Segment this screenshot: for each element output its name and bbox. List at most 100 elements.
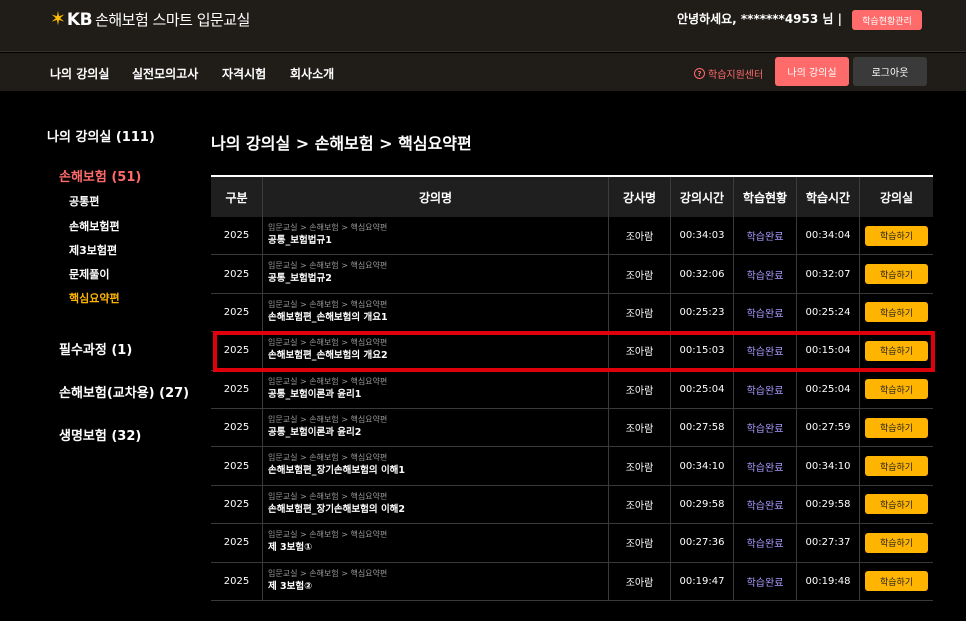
lecture-path: 입문교실 > 손해보험 > 핵심요약편 bbox=[268, 223, 388, 232]
lecture-name[interactable]: 손해보험편_손해보험의 개요2 bbox=[268, 349, 388, 363]
row-year: 2025 bbox=[211, 370, 263, 408]
sidebar-category-non-life[interactable]: 손해보험 (51) bbox=[59, 166, 141, 185]
table-body: 2025 입문교실 > 손해보험 > 핵심요약편 공통_보험법규1 조아람 00:34:… bbox=[211, 217, 933, 601]
row-duration: 00:32:06 bbox=[671, 255, 734, 293]
row-lecture[interactable]: 입문교실 > 손해보험 > 핵심요약편공통_보험이론과 윤리1 bbox=[263, 370, 609, 408]
lecture-path: 입문교실 > 손해보험 > 핵심요약편 bbox=[268, 453, 388, 463]
page-title: 나의 강의실 > 손해보험 > 핵심요약편 bbox=[211, 134, 472, 153]
row-duration: 00:25:23 bbox=[671, 293, 734, 332]
sidebar-item-problems[interactable]: 문제풀이 bbox=[69, 266, 109, 282]
row-duration: 00:25:04 bbox=[671, 370, 734, 408]
logo-site-name: 손해보험 스마트 입문교실 bbox=[95, 11, 250, 29]
study-button[interactable]: 학습하기 bbox=[865, 571, 928, 592]
row-year: 2025 bbox=[211, 408, 263, 447]
study-button[interactable]: 학습하기 bbox=[865, 225, 928, 246]
row-duration: 00:15:03 bbox=[671, 332, 734, 370]
row-status: 학습완료 bbox=[734, 332, 797, 370]
row-teacher: 조아람 bbox=[609, 408, 671, 447]
study-button[interactable]: 학습하기 bbox=[865, 494, 928, 515]
row-action: 학습하기 bbox=[860, 486, 933, 523]
nav-company[interactable]: 회사소개 bbox=[290, 65, 334, 82]
study-button[interactable]: 학습하기 bbox=[865, 456, 928, 477]
row-study-time: 00:25:24 bbox=[797, 293, 860, 332]
row-year: 2025 bbox=[211, 524, 263, 562]
row-lecture[interactable]: 입문교실 > 손해보험 > 핵심요약편 손해보험편_장기손해보험의 이해1 bbox=[263, 447, 609, 485]
lecture-path: 입문교실 > 손해보험 > 핵심요약편 bbox=[268, 338, 388, 348]
lecture-path: 입문교실 > 손해보험 > 핵심요약편 bbox=[268, 376, 388, 386]
study-button[interactable]: 학습하기 bbox=[865, 340, 928, 361]
kb-logo[interactable]: ✶ KB 손해보험 스마트 입문교실 bbox=[50, 9, 250, 30]
header-classroom: 강의실 bbox=[879, 190, 914, 205]
row-lecture[interactable]: 입문교실 > 손해보험 > 핵심요약편 손해보험편_손해보험의 개요1 bbox=[263, 293, 609, 332]
table-row: 2025 입문교실 > 손해보험 > 핵심요약편 제 3보험① 조아람 00:27:36… bbox=[211, 524, 933, 563]
row-duration: 00:34:03 bbox=[671, 217, 734, 255]
row-status: 학습완료 bbox=[734, 562, 797, 600]
row-lecture[interactable]: 입문교실 > 손해보험 > 핵심요약편손해보험편_장기손해보험의 이해2 bbox=[263, 485, 609, 524]
nav-certification[interactable]: 자격시험 bbox=[222, 65, 266, 82]
row-action: 학습하기 bbox=[860, 217, 933, 254]
row-lecture[interactable]: 입문교실 > 손해보험 > 핵심요약편 제 3보험① bbox=[263, 524, 609, 562]
row-action: 학습하기 bbox=[860, 447, 933, 484]
row-study-time: 00:34:04 bbox=[797, 217, 860, 255]
row-year: 2025 bbox=[211, 485, 263, 524]
lecture-name[interactable]: 제 3보험① bbox=[268, 541, 312, 555]
study-button[interactable]: 학습하기 bbox=[865, 302, 928, 323]
sidebar-item-third-insurance[interactable]: 제3보험편 bbox=[69, 242, 117, 258]
row-lecture[interactable]: 입문교실 > 손해보험 > 핵심요약편 손해보험편_손해보험의 개요2 bbox=[263, 332, 609, 370]
row-action: 학습하기 bbox=[860, 255, 933, 292]
row-status: 학습완료 bbox=[734, 293, 797, 332]
lecture-name[interactable]: 공통_보험법규2 bbox=[268, 272, 332, 286]
row-lecture[interactable]: 입문교실 > 손해보험 > 핵심요약편공통_보험법규1 bbox=[263, 217, 609, 255]
row-lecture[interactable]: 입문교실 > 손해보험 > 핵심요약편제 3보험② bbox=[263, 562, 609, 600]
lecture-path: 입문교실 > 손해보험 > 핵심요약편 bbox=[268, 568, 388, 578]
row-duration: 00:19:47 bbox=[671, 562, 734, 600]
lecture-name[interactable]: 손해보험편_장기손해보험의 이해1 bbox=[268, 464, 405, 478]
table-row: 2025 입문교실 > 손해보험 > 핵심요약편 손해보험편_손해보험의 개요2 조아… bbox=[211, 332, 933, 371]
sidebar-category-non-life-cross[interactable]: 손해보험(교차용) (27) bbox=[59, 382, 189, 401]
row-status: 학습완료 bbox=[734, 255, 797, 293]
row-status: 학습완료 bbox=[734, 485, 797, 524]
sidebar-item-non-life[interactable]: 손해보험편 bbox=[69, 218, 120, 234]
study-button[interactable]: 학습하기 bbox=[865, 532, 928, 553]
row-lecture[interactable]: 입문교실 > 손해보험 > 핵심요약편 공통_보험법규2 bbox=[263, 255, 609, 293]
lecture-name[interactable]: 공통_보험법규1 bbox=[268, 234, 332, 248]
lecture-name[interactable]: 손해보험편_장기손해보험의 이해2 bbox=[268, 503, 405, 517]
learning-status-manage-button[interactable]: 학습현황관리 bbox=[852, 10, 922, 30]
row-study-time: 00:29:58 bbox=[797, 485, 860, 524]
top-header: ✶ KB 손해보험 스마트 입문교실 안녕하세요, *******4953 님 … bbox=[0, 0, 966, 52]
my-classroom-button[interactable]: 나의 강의실 bbox=[775, 57, 849, 86]
kb-star-icon: ✶ bbox=[50, 8, 66, 30]
lecture-path: 입문교실 > 손해보험 > 핵심요약편 bbox=[268, 491, 388, 501]
sidebar-category-required[interactable]: 필수과정 (1) bbox=[59, 339, 132, 358]
table-row: 2025 입문교실 > 손해보험 > 핵심요약편 공통_보험법규2 조아람 00:32:… bbox=[211, 255, 933, 294]
study-button[interactable]: 학습하기 bbox=[865, 417, 928, 438]
lecture-path: 입문교실 > 손해보험 > 핵심요약편 bbox=[268, 261, 388, 271]
row-status: 학습완료 bbox=[734, 370, 797, 408]
table-row: 2025 입문교실 > 손해보험 > 핵심요약편 손해보험편_장기손해보험의 이해2… bbox=[211, 485, 933, 525]
sidebar-category-life[interactable]: 생명보험 (32) bbox=[59, 425, 141, 444]
study-button[interactable]: 학습하기 bbox=[865, 379, 928, 400]
row-study-time: 00:34:10 bbox=[797, 447, 860, 485]
study-button[interactable]: 학습하기 bbox=[865, 264, 928, 285]
support-center-link[interactable]: ? 학습지원센터 bbox=[694, 66, 763, 81]
main-nav: 나의 강의실 실전모의고사 자격시험 회사소개 ? 학습지원센터 나의 강의실 … bbox=[0, 53, 966, 91]
row-teacher: 조아람 bbox=[609, 255, 671, 293]
lecture-name[interactable]: 손해보험편_손해보험의 개요1 bbox=[268, 311, 388, 325]
row-teacher: 조아람 bbox=[609, 524, 671, 562]
row-teacher: 조아람 bbox=[609, 370, 671, 408]
sidebar-item-summary[interactable]: 핵심요약편 bbox=[69, 290, 120, 306]
row-duration: 00:29:58 bbox=[671, 485, 734, 524]
nav-mock-exam[interactable]: 실전모의고사 bbox=[132, 65, 198, 82]
sidebar-item-common[interactable]: 공통편 bbox=[69, 193, 99, 209]
table-row: 2025 입문교실 > 손해보험 > 핵심요약편 손해보험편_손해보험의 개요1 조아… bbox=[211, 293, 933, 333]
logout-button[interactable]: 로그아웃 bbox=[853, 57, 927, 86]
row-lecture[interactable]: 입문교실 > 손해보험 > 핵심요약편 공통_보험이론과 윤리2 bbox=[263, 408, 609, 447]
lecture-name[interactable]: 공통_보험이론과 윤리1 bbox=[268, 388, 361, 402]
logo-kb-text: KB bbox=[66, 9, 93, 30]
lecture-name[interactable]: 공통_보험이론과 윤리2 bbox=[268, 426, 361, 440]
row-study-time: 00:27:59 bbox=[797, 408, 860, 447]
nav-my-classroom[interactable]: 나의 강의실 bbox=[50, 65, 109, 82]
lecture-name[interactable]: 제 3보험② bbox=[268, 580, 312, 594]
row-action: 학습하기 bbox=[860, 409, 933, 446]
row-study-time: 00:27:37 bbox=[797, 524, 860, 562]
